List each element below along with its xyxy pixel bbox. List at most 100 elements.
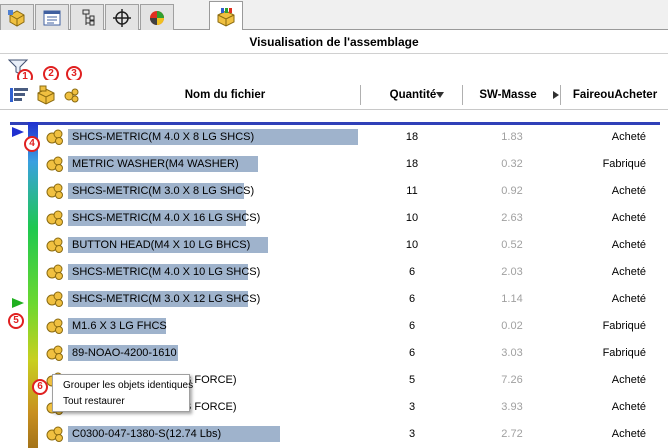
property-manager-icon: [43, 10, 61, 25]
flat-view-icon: [64, 88, 79, 103]
table-row[interactable]: SHCS-METRIC(M 4.0 X 8 LG SHCS) 18 1.83 Ache…: [0, 124, 668, 151]
column-divider[interactable]: [360, 85, 361, 105]
row-file-name[interactable]: SHCS-METRIC(M 3.0 X 8 LG SHCS): [68, 183, 254, 199]
row-mass: 2.72: [501, 428, 523, 440]
tab-dimxpert[interactable]: [105, 4, 139, 30]
tab-display-manager[interactable]: [140, 4, 174, 30]
row-file-name[interactable]: B FORCE): [180, 372, 300, 388]
row-make-buy: Acheté: [611, 131, 646, 143]
column-divider[interactable]: [560, 85, 561, 105]
panel-title: Visualisation de l'assemblage: [0, 30, 668, 54]
row-make-buy: Acheté: [611, 401, 646, 413]
filter-row: 1 2 3: [0, 54, 668, 85]
row-make-buy: Acheté: [611, 185, 646, 197]
part-icon: [46, 183, 63, 199]
row-make-buy: Acheté: [611, 293, 646, 305]
part-icon: [46, 156, 63, 172]
table-row[interactable]: C0300-047-1380-S(12.74 Lbs) 3 2.72 Acheté: [0, 421, 668, 448]
row-mass: 2.63: [501, 212, 523, 224]
row-quantity: 18: [405, 131, 419, 143]
column-header-mass[interactable]: SW-Masse: [466, 80, 550, 110]
context-menu-item-restore-all[interactable]: Tout restaurer: [53, 394, 189, 410]
row-make-buy: Acheté: [611, 212, 646, 224]
nested-view-icon: [37, 85, 55, 105]
table-row[interactable]: METRIC WASHER(M4 WASHER) 18 0.32 Fabriqué: [0, 151, 668, 178]
row-mass: 0.32: [501, 158, 523, 170]
flat-view-button[interactable]: [61, 84, 83, 106]
tab-feature-manager[interactable]: [0, 4, 34, 30]
dimxpert-icon: [113, 8, 131, 27]
row-mass: 2.03: [501, 266, 523, 278]
row-quantity: 10: [405, 239, 419, 251]
row-file-name[interactable]: SHCS-METRIC(M 3.0 X 12 LG SHCS): [68, 291, 260, 307]
row-make-buy: Fabriqué: [602, 158, 646, 170]
row-file-name[interactable]: METRIC WASHER(M4 WASHER): [68, 156, 258, 172]
row-file-name[interactable]: 89-NOAO-4200-1610: [68, 345, 178, 361]
part-icon: [46, 345, 63, 361]
part-icon: [46, 426, 63, 442]
column-expand-icon[interactable]: [553, 91, 559, 99]
row-file-name[interactable]: SHCS-METRIC(M 4.0 X 10 LG SHCS): [68, 264, 260, 280]
column-header-make-buy[interactable]: FaireouAcheter: [562, 80, 668, 110]
table-row[interactable]: SHCS-METRIC(M 3.0 X 12 LG SHCS) 6 1.14 Ache…: [0, 286, 668, 313]
part-icon: [46, 264, 63, 280]
assembly-visualization-icon: [217, 7, 235, 27]
row-mass: 3.93: [501, 401, 523, 413]
row-file-name[interactable]: C0300-047-1380-S(12.74 Lbs): [68, 426, 280, 442]
part-icon: [46, 291, 63, 307]
table-row[interactable]: BUTTON HEAD(M4 X 10 LG BHCS) 10 0.52 Acheté: [0, 232, 668, 259]
table-row[interactable]: SHCS-METRIC(M 3.0 X 8 LG SHCS) 11 0.92 Ache…: [0, 178, 668, 205]
row-mass: 1.14: [501, 293, 523, 305]
row-file-name[interactable]: SHCS-METRIC(M 4.0 X 16 LG SHCS): [68, 210, 260, 226]
tab-strip: [0, 0, 668, 31]
part-icon: [46, 210, 63, 226]
callout-6: 6: [32, 379, 48, 395]
part-icon: [46, 129, 63, 145]
row-mass: 1.83: [501, 131, 523, 143]
row-quantity: 11: [406, 185, 418, 197]
column-divider[interactable]: [462, 85, 463, 105]
nested-view-button[interactable]: [36, 84, 58, 106]
table-row[interactable]: SHCS-METRIC(M 4.0 X 10 LG SHCS) 6 2.03 Ache…: [0, 259, 668, 286]
table-row[interactable]: SHCS-METRIC(M 4.0 X 16 LG SHCS) 10 2.63 Ach…: [0, 205, 668, 232]
part-icon: [46, 237, 63, 253]
tab-property-manager[interactable]: [35, 4, 69, 30]
row-quantity: 6: [408, 266, 416, 278]
row-file-name[interactable]: M1.6 X 3 LG FHCS: [68, 318, 167, 334]
row-quantity: 6: [408, 347, 416, 359]
row-make-buy: Acheté: [611, 239, 646, 251]
column-header-name[interactable]: Nom du fichier: [90, 80, 360, 110]
row-file-name[interactable]: B FORCE): [180, 399, 300, 415]
row-quantity: 6: [408, 320, 416, 332]
row-make-buy: Acheté: [611, 374, 646, 386]
row-file-name[interactable]: BUTTON HEAD(M4 X 10 LG BHCS): [68, 237, 268, 253]
row-make-buy: Fabriqué: [602, 347, 646, 359]
gradient-bars-icon: [10, 88, 28, 102]
row-quantity: 10: [405, 212, 419, 224]
row-mass: 0.02: [501, 320, 523, 332]
row-quantity: 3: [408, 428, 416, 440]
row-mass: 0.92: [501, 185, 523, 197]
part-icon: [46, 318, 63, 334]
tab-configuration-manager[interactable]: [70, 4, 104, 30]
row-quantity: 6: [408, 293, 416, 305]
row-mass: 0.52: [501, 239, 523, 251]
display-manager-icon: [150, 10, 164, 25]
configuration-manager-icon: [82, 9, 95, 25]
row-mass: 7.26: [501, 374, 523, 386]
column-header-row: Nom du fichier Quantité SW-Masse Faireou…: [0, 80, 668, 110]
gradient-toggle-button[interactable]: [8, 84, 30, 106]
row-file-name[interactable]: SHCS-METRIC(M 4.0 X 8 LG SHCS): [68, 129, 358, 145]
row-make-buy: Acheté: [611, 266, 646, 278]
context-menu: Grouper les objets identiques Tout resta…: [52, 374, 193, 412]
tab-assembly-visualization[interactable]: [209, 1, 243, 31]
context-menu-item-group-identical[interactable]: Grouper les objets identiques: [53, 378, 193, 394]
table-row[interactable]: M1.6 X 3 LG FHCS 6 0.02 Fabriqué: [0, 313, 668, 340]
feature-manager-icon: [8, 9, 25, 27]
row-mass: 3.03: [501, 347, 523, 359]
row-make-buy: Acheté: [611, 428, 646, 440]
row-quantity: 18: [405, 158, 419, 170]
row-quantity: 3: [408, 401, 416, 413]
table-row[interactable]: 89-NOAO-4200-1610 6 3.03 Fabriqué: [0, 340, 668, 367]
sort-descending-icon[interactable]: [436, 91, 444, 99]
